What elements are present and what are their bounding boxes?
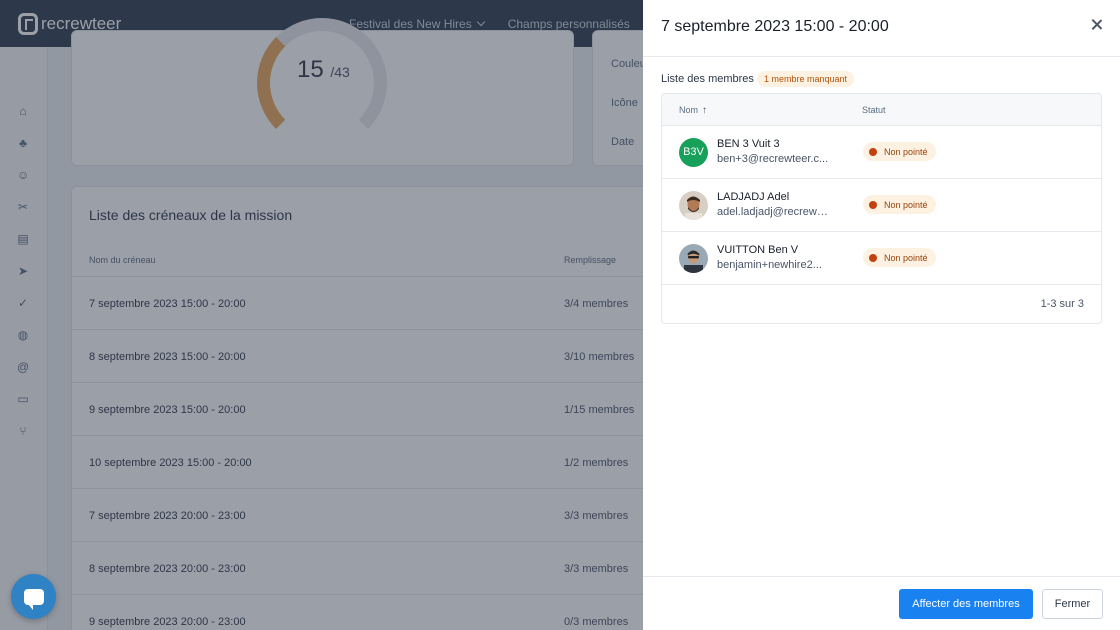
member-row[interactable]: VUITTON Ben V benjamin+newhire2... Non p…	[662, 232, 1101, 285]
assign-members-button[interactable]: Affecter des membres	[899, 589, 1033, 619]
pagination-info: 1-3 sur 3	[1040, 298, 1084, 310]
status-badge: Non pointé	[863, 142, 936, 161]
avatar	[679, 244, 708, 273]
status-dot-icon	[869, 147, 877, 156]
column-header-name[interactable]: Nom ↑	[679, 105, 707, 116]
sort-arrow-up-icon: ↑	[702, 105, 708, 116]
missing-members-badge: 1 membre manquant	[757, 71, 855, 87]
member-row[interactable]: B3V BEN 3 Vuit 3 ben+3@recrewteer.c... N…	[662, 126, 1101, 179]
members-table: Nom ↑ Statut B3V BEN 3 Vuit 3 ben+3@recre…	[661, 93, 1102, 324]
drawer-title: 7 septembre 2023 15:00 - 20:00	[661, 18, 889, 35]
avatar	[679, 191, 708, 220]
avatar: B3V	[679, 138, 708, 167]
member-email: ben+3@recrewteer.c...	[717, 153, 829, 165]
chat-icon	[23, 588, 44, 610]
close-icon[interactable]	[1089, 17, 1105, 33]
member-email: benjamin+newhire2...	[717, 259, 822, 271]
member-row[interactable]: LADJADJ Adel adel.ladjadj@recrewt... Non…	[662, 179, 1101, 232]
column-header-status[interactable]: Statut	[862, 105, 886, 115]
status-dot-icon	[869, 253, 877, 262]
member-email: adel.ladjadj@recrewt...	[717, 206, 829, 218]
status-dot-icon	[869, 200, 877, 209]
slot-drawer: 7 septembre 2023 15:00 - 20:00 Liste des…	[643, 0, 1120, 630]
member-name: LADJADJ Adel	[717, 191, 790, 203]
member-name: VUITTON Ben V	[717, 244, 799, 256]
status-badge: Non pointé	[863, 195, 936, 214]
status-badge: Non pointé	[863, 248, 936, 267]
members-list-label: Liste des membres	[661, 73, 754, 85]
table-header: Nom ↑ Statut	[662, 94, 1101, 126]
chat-button[interactable]	[11, 574, 56, 619]
divider	[643, 56, 1120, 57]
divider	[643, 576, 1120, 577]
close-button[interactable]: Fermer	[1042, 589, 1103, 619]
member-name: BEN 3 Vuit 3	[717, 138, 780, 150]
